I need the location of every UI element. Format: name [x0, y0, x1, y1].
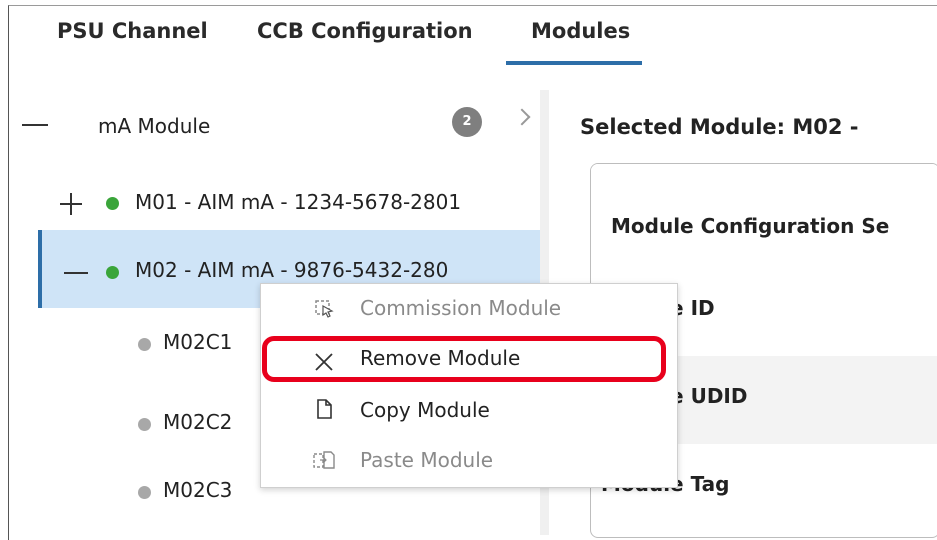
selection-indicator: [38, 230, 42, 308]
status-offline-icon: [138, 418, 151, 431]
tab-modules[interactable]: Modules: [531, 19, 630, 43]
tab-psu-channel[interactable]: PSU Channel: [57, 19, 208, 43]
menu-item-label: Copy Module: [360, 398, 490, 422]
menu-item-copy-module[interactable]: Copy Module: [261, 386, 677, 436]
paste-icon: [313, 451, 335, 469]
menu-item-commission-module[interactable]: Commission Module: [261, 284, 677, 334]
collapse-icon[interactable]: [22, 124, 48, 126]
tree-item-m02c3[interactable]: M02C3: [163, 478, 232, 502]
selected-module-title: Selected Module: M02 -: [580, 115, 859, 139]
expand-icon-vertical: [70, 193, 72, 215]
tree-item-m02c2[interactable]: M02C2: [163, 410, 232, 434]
tree-item-m01[interactable]: M01 - AIM mA - 1234-5678-2801: [135, 190, 461, 214]
context-menu: Commission Module Remove Module Copy Mod…: [260, 283, 678, 488]
status-online-icon: [106, 197, 119, 210]
module-count-badge: 2: [452, 107, 482, 137]
tree-item-m02[interactable]: M02 - AIM mA - 9876-5432-280: [135, 258, 448, 282]
tab-ccb-configuration[interactable]: CCB Configuration: [257, 19, 473, 43]
tree-item-m02c1[interactable]: M02C1: [163, 330, 232, 354]
tree-group-label[interactable]: mA Module: [98, 114, 210, 138]
annotation-highlight-box: [262, 336, 666, 382]
card-title: Module Configuration Se: [611, 214, 890, 238]
menu-item-label: Paste Module: [360, 448, 494, 472]
commission-icon: [315, 300, 334, 318]
menu-item-label: Commission Module: [360, 296, 562, 320]
status-online-icon: [106, 266, 119, 279]
card-header: Module Configuration Se: [591, 164, 937, 264]
status-offline-icon: [138, 486, 151, 499]
collapse-icon[interactable]: [64, 272, 88, 274]
document-icon: [317, 399, 332, 419]
active-tab-indicator: [506, 61, 642, 65]
tab-bar: PSU Channel CCB Configuration Modules: [0, 0, 929, 90]
menu-item-paste-module[interactable]: Paste Module: [261, 436, 677, 486]
status-offline-icon: [138, 338, 151, 351]
